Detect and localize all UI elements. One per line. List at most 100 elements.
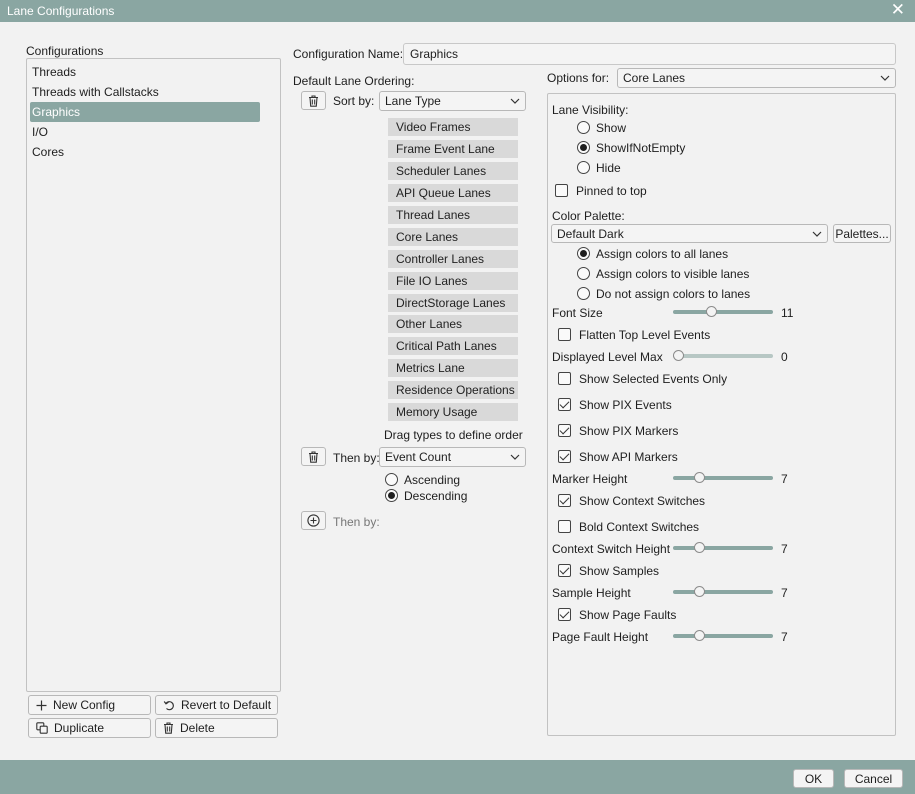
visibility-hide-label: Hide [596,161,621,175]
duplicate-button[interactable]: Duplicate [28,718,151,738]
font-size-value: 11 [781,306,794,320]
slider-thumb[interactable] [673,350,684,361]
show-page-faults-checkbox[interactable] [558,608,571,621]
bold-context-switches-label: Bold Context Switches [579,520,700,534]
slider-track [673,590,773,594]
new-config-button[interactable]: New Config [28,695,151,715]
assign-visible-radio[interactable] [577,267,590,280]
visibility-hide-radio[interactable] [577,161,590,174]
add-then-by-button[interactable] [301,511,326,530]
slider-track [673,310,773,314]
then-by-select[interactable]: Event Count [379,447,526,467]
flatten-top-level-events-checkbox[interactable] [558,328,571,341]
then-by-label: Then by: [333,451,380,465]
revert-to-default-button[interactable]: Revert to Default [155,695,278,715]
lane-type-item[interactable]: Other Lanes [388,315,518,333]
list-item[interactable]: Threads [30,62,260,82]
lane-type-item[interactable]: Scheduler Lanes [388,162,518,180]
descending-radio[interactable] [385,489,398,502]
remove-then-by-button[interactable] [301,447,326,466]
flatten-top-level-events-label: Flatten Top Level Events [579,328,711,342]
marker-height-value: 7 [781,472,788,486]
lane-type-item[interactable]: Video Frames [388,118,518,136]
options-for-select[interactable]: Core Lanes [617,68,896,88]
list-item[interactable]: Threads with Callstacks [30,82,260,102]
ascending-radio[interactable] [385,473,398,486]
visibility-show-label: Show [596,121,627,135]
context-switch-height-value: 7 [781,542,788,556]
default-lane-ordering-label: Default Lane Ordering: [293,74,415,88]
font-size-slider[interactable] [673,305,773,319]
new-config-label: New Config [53,698,116,712]
close-icon[interactable]: ✕ [891,1,905,19]
slider-thumb[interactable] [694,630,705,641]
displayed-level-max-slider[interactable] [673,349,773,363]
lane-type-item[interactable]: Thread Lanes [388,206,518,224]
show-selected-events-only-checkbox[interactable] [558,372,571,385]
displayed-level-max-value: 0 [781,350,788,364]
sample-height-slider[interactable] [673,585,773,599]
duplicate-label: Duplicate [54,721,105,735]
show-samples-checkbox[interactable] [558,564,571,577]
sort-by-select[interactable]: Lane Type [379,91,526,111]
bold-context-switches-checkbox[interactable] [558,520,571,533]
lane-type-item[interactable]: Controller Lanes [388,250,518,268]
then-by-add-label: Then by: [333,515,380,529]
slider-thumb[interactable] [706,306,717,317]
context-switch-height-label: Context Switch Height [552,542,671,556]
delete-button[interactable]: Delete [155,718,278,738]
show-pix-events-checkbox[interactable] [558,398,571,411]
show-context-switches-checkbox[interactable] [558,494,571,507]
marker-height-label: Marker Height [552,472,628,486]
page-fault-height-slider[interactable] [673,629,773,643]
lane-type-item[interactable]: DirectStorage Lanes [388,294,518,312]
trash-icon [163,722,174,734]
show-pix-events-label: Show PIX Events [579,398,672,412]
lane-type-item[interactable]: Memory Usage [388,403,518,421]
pinned-to-top-checkbox[interactable] [555,184,568,197]
window-title: Lane Configurations [7,4,115,18]
lane-type-item[interactable]: Core Lanes [388,228,518,246]
show-page-faults-label: Show Page Faults [579,608,677,622]
slider-thumb[interactable] [694,542,705,553]
lane-type-item[interactable]: API Queue Lanes [388,184,518,202]
assign-none-radio[interactable] [577,287,590,300]
plus-icon [36,700,47,711]
slider-thumb[interactable] [694,472,705,483]
configuration-name-input[interactable]: Graphics [403,43,896,65]
context-switch-height-slider[interactable] [673,541,773,555]
lane-type-item[interactable]: File IO Lanes [388,272,518,290]
list-item-selected[interactable]: Graphics [30,102,260,122]
lane-type-item[interactable]: Critical Path Lanes [388,337,518,355]
options-for-label: Options for: [547,71,610,85]
palettes-button[interactable]: Palettes... [833,224,891,243]
visibility-show-radio[interactable] [577,121,590,134]
page-fault-height-label: Page Fault Height [552,630,649,644]
marker-height-slider[interactable] [673,471,773,485]
lane-type-item[interactable]: Metrics Lane [388,359,518,377]
ok-button[interactable]: OK [793,769,834,788]
assign-visible-label: Assign colors to visible lanes [596,267,750,281]
descending-label: Descending [404,489,468,503]
show-pix-markers-checkbox[interactable] [558,424,571,437]
slider-thumb[interactable] [694,586,705,597]
sample-height-label: Sample Height [552,586,631,600]
list-item[interactable]: I/O [30,122,260,142]
show-api-markers-checkbox[interactable] [558,450,571,463]
then-by-value: Event Count [385,450,452,464]
slider-track [673,634,773,638]
configurations-list[interactable]: Threads Threads with Callstacks Graphics… [26,58,281,692]
cancel-button[interactable]: Cancel [844,769,903,788]
color-palette-select[interactable]: Default Dark [551,224,828,243]
configurations-label: Configurations [26,44,104,58]
slider-track [673,476,773,480]
lane-type-item[interactable]: Frame Event Lane [388,140,518,158]
list-item[interactable]: Cores [30,142,260,162]
title-bar: Lane Configurations ✕ [0,0,915,22]
displayed-level-max-label: Displayed Level Max [552,350,663,364]
lane-type-item[interactable]: Residence Operations [388,381,518,399]
visibility-show-if-not-empty-radio[interactable] [577,141,590,154]
show-context-switches-label: Show Context Switches [579,494,706,508]
remove-sort-button[interactable] [301,91,326,110]
assign-all-radio[interactable] [577,247,590,260]
